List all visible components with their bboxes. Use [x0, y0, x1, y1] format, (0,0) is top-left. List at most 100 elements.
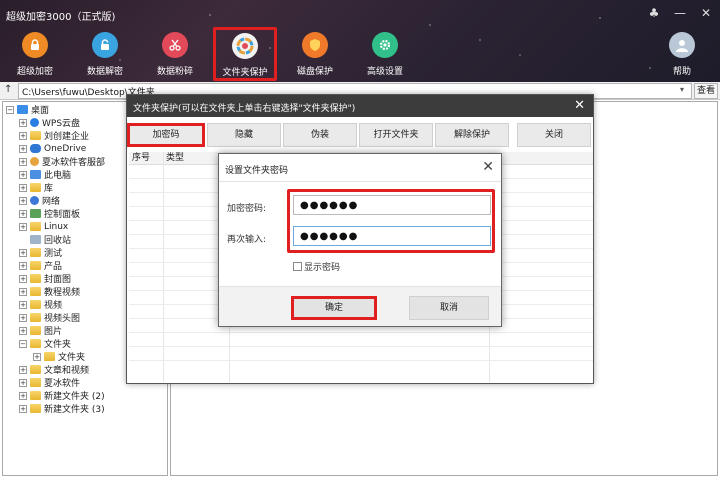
close-icon[interactable]: ✕ [574, 98, 585, 113]
expander-icon[interactable]: + [19, 144, 27, 153]
tree-item[interactable]: + 控制面板 [19, 207, 80, 220]
expander-icon[interactable]: + [19, 274, 27, 283]
tree-item[interactable]: + 此电脑 [19, 168, 71, 181]
view-button[interactable]: 查看 [694, 83, 718, 99]
tree-item[interactable]: + 新建文件夹 (3) [19, 402, 105, 415]
user-folder-icon [30, 157, 39, 166]
tree-item-label: 控制面板 [44, 210, 81, 220]
close-button[interactable]: 关闭 [517, 123, 591, 147]
cancel-button[interactable]: 取消 [409, 296, 489, 320]
toolbar-label: 文件夹保护 [222, 68, 268, 78]
ok-button[interactable]: 确定 [291, 296, 377, 320]
expander-icon[interactable]: + [19, 365, 27, 374]
tree-item[interactable]: + 产品 [19, 259, 62, 272]
up-arrow-icon[interactable]: ↑ [4, 84, 12, 95]
tree-item-label: 文章和视频 [44, 366, 90, 376]
expander-icon[interactable]: + [19, 248, 27, 257]
expander-icon[interactable]: + [19, 326, 27, 335]
disguise-button[interactable]: 伪装 [283, 123, 357, 147]
tree-item[interactable]: + 网络 [19, 194, 60, 207]
tree-item-label: 图片 [44, 327, 63, 337]
tree-item[interactable]: + 新建文件夹 (2) [19, 389, 105, 402]
expander-icon[interactable]: + [19, 300, 27, 309]
tree-item[interactable]: − 文件夹 [19, 337, 71, 350]
close-icon[interactable]: ✕ [700, 6, 712, 20]
expander-icon[interactable]: + [19, 131, 27, 140]
row-line [129, 360, 593, 361]
computer-icon [30, 170, 41, 179]
folder-icon [30, 339, 41, 348]
tree-item[interactable]: + Linux [19, 220, 68, 233]
tree-item-label: 产品 [44, 262, 63, 272]
expander-icon[interactable]: + [19, 287, 27, 296]
expander-icon[interactable]: + [19, 222, 27, 231]
toolbar-shred-button[interactable]: 数据粉碎 [145, 32, 205, 77]
tree-item[interactable]: + 视频头图 [19, 311, 80, 324]
window-controls: ♣ — ✕ [648, 6, 712, 20]
tree-item-label: 视频 [44, 301, 63, 311]
tree-item-label: 视频头图 [44, 314, 81, 324]
library-icon [30, 183, 41, 192]
toolbar-folder-protect-button[interactable]: 文件夹保护 [213, 27, 277, 81]
checkbox-box[interactable] [293, 262, 302, 271]
expander-icon[interactable]: + [33, 352, 41, 361]
expander-icon[interactable]: + [19, 196, 27, 205]
tree-item[interactable]: + 教程视频 [19, 285, 80, 298]
folder-icon [44, 352, 55, 361]
toolbar-help-button[interactable]: 帮助 [652, 32, 712, 77]
row-line [129, 332, 593, 333]
expander-icon[interactable]: − [6, 105, 14, 114]
skin-icon[interactable]: ♣ [648, 6, 660, 20]
open-folder-button[interactable]: 打开文件夹 [359, 123, 433, 147]
chevron-down-icon[interactable]: ▾ [680, 85, 684, 94]
expander-icon[interactable]: + [19, 391, 27, 400]
expander-icon[interactable]: + [19, 378, 27, 387]
expander-icon[interactable]: + [19, 261, 27, 270]
minimize-icon[interactable]: — [674, 6, 686, 20]
recycle-bin-icon [30, 235, 41, 244]
tree-item[interactable]: + 文件夹 [33, 350, 85, 363]
tree-item[interactable]: + WPS云盘 [19, 116, 80, 129]
tree-item-desktop[interactable]: − 桌面 [6, 103, 49, 116]
expander-icon [19, 236, 27, 244]
tree-item[interactable]: + 视频 [19, 298, 62, 311]
hide-button[interactable]: 隐藏 [207, 123, 281, 147]
folder-icon [30, 222, 41, 231]
tree-item[interactable]: + 文章和视频 [19, 363, 89, 376]
expander-icon[interactable]: + [19, 118, 27, 127]
tree-item[interactable]: + 夏冰软件 [19, 376, 80, 389]
add-password-button[interactable]: 加密码 [127, 123, 205, 147]
toolbar-advanced-settings-button[interactable]: 高级设置 [355, 32, 415, 77]
tree-item[interactable]: + 封面图 [19, 272, 71, 285]
expander-icon[interactable]: + [19, 313, 27, 322]
expander-icon[interactable]: + [19, 209, 27, 218]
tree-item[interactable]: + 库 [19, 181, 53, 194]
tree-item[interactable]: + 图片 [19, 324, 62, 337]
tree-item[interactable]: 回收站 [19, 233, 71, 246]
app-header: 超级加密3000（正式版) ♣ — ✕ 超级加密 数据解密 数据粉碎 文件夹保护… [0, 0, 720, 82]
tree-item[interactable]: + 测试 [19, 246, 62, 259]
expander-icon[interactable]: + [19, 170, 27, 179]
column-header-index: 序号 [129, 152, 163, 165]
tree-item[interactable]: + OneDrive [19, 142, 86, 155]
tree-item[interactable]: + 刘创建企业 [19, 129, 89, 142]
expander-icon[interactable]: − [19, 339, 27, 348]
expander-icon[interactable]: + [19, 157, 27, 166]
tree-item[interactable]: + 夏冰软件客服部 [19, 155, 105, 168]
remove-protection-button[interactable]: 解除保护 [435, 123, 509, 147]
control-panel-icon [30, 209, 41, 218]
folder-icon [30, 131, 41, 140]
dialog-title: 设置文件夹密码 [225, 166, 289, 176]
toolbar-super-encrypt-button[interactable]: 超级加密 [5, 32, 65, 77]
tree-item-label: 测试 [44, 249, 63, 259]
show-password-checkbox[interactable]: 显示密码 [293, 260, 340, 273]
expander-icon[interactable]: + [19, 183, 27, 192]
expander-icon[interactable]: + [19, 404, 27, 413]
toolbar-disk-protect-button[interactable]: 磁盘保护 [285, 32, 345, 77]
column-divider [163, 152, 164, 382]
close-icon[interactable]: ✕ [482, 159, 494, 175]
tree-item-label: 桌面 [31, 106, 50, 116]
toolbar-decrypt-button[interactable]: 数据解密 [75, 32, 135, 77]
onedrive-icon [30, 144, 41, 153]
tree-item-label: 新建文件夹 (3) [44, 405, 105, 415]
